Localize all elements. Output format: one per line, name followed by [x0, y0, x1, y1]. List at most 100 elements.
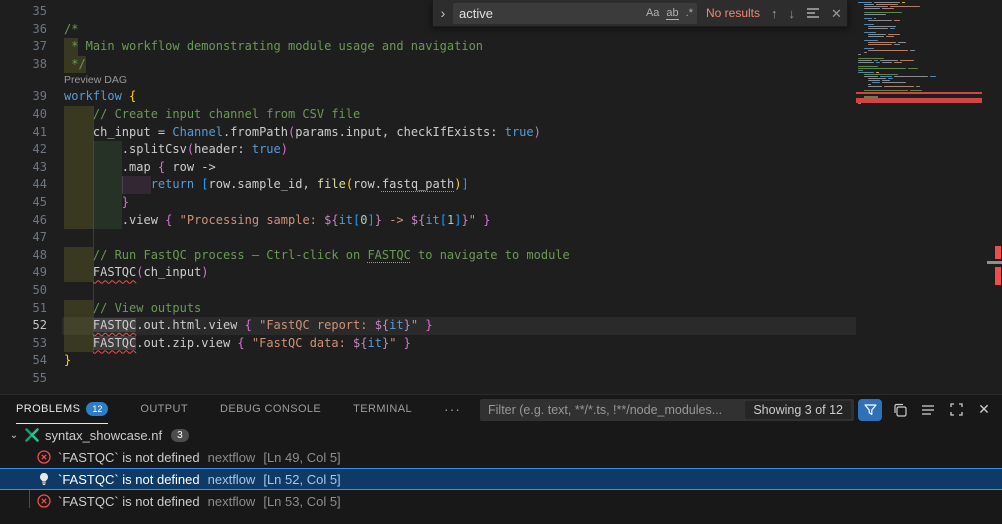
ruler-error-mark [995, 267, 1001, 285]
nextflow-file-icon [24, 427, 40, 443]
line-number: 37 [0, 38, 47, 56]
collapse-all-icon[interactable] [890, 400, 910, 420]
panel-actions: Filter (e.g. text, **/*.ts, !**/node_mod… [480, 399, 994, 421]
problem-row-3[interactable]: `FASTQC` is not defined nextflow [Ln 53, C… [0, 490, 1002, 512]
maximize-panel-icon[interactable] [946, 400, 966, 420]
problems-file-row[interactable]: ⌄ syntax_showcase.nf 3 [0, 424, 1002, 446]
lightbulb-icon [36, 471, 52, 487]
problem-row-2[interactable]: `FASTQC` is not defined nextflow [Ln 52, C… [0, 468, 1002, 490]
panel-tab-terminal[interactable]: TERMINAL [353, 396, 412, 424]
find-input[interactable]: active Aa ab .* [453, 3, 697, 24]
ruler-error-mark [995, 246, 1001, 259]
line-number: 35 [0, 3, 47, 21]
find-results-count: No results [706, 6, 760, 20]
code-line-49[interactable]: 49 FASTQC(ch_input) [0, 264, 1002, 282]
chevron-down-icon[interactable]: ⌄ [6, 430, 22, 441]
line-number: 55 [0, 370, 47, 388]
line-number: 48 [0, 247, 47, 265]
problem-location: [Ln 52, Col 5] [263, 472, 340, 487]
code-lines: 3536/*37 * Main workflow demonstrating m… [0, 3, 1002, 387]
codelens-preview-dag[interactable]: Preview DAG [64, 73, 127, 88]
code-line-52[interactable]: 52 FASTQC.out.html.view { "FastQC report… [0, 317, 1002, 335]
find-widget: › active Aa ab .* No results ↑ ↓ ✕ [432, 0, 848, 27]
line-number: 52 [0, 317, 47, 335]
code-line-55[interactable]: 55 [0, 370, 1002, 388]
code-line-47[interactable]: 47 [0, 229, 1002, 247]
find-close-icon[interactable]: ✕ [831, 7, 842, 20]
code-line-48[interactable]: 48 // Run FastQC process – Ctrl-click on… [0, 247, 1002, 265]
problem-source: nextflow [208, 472, 256, 487]
ruler-cursor-mark [987, 261, 1002, 264]
problems-file-name: syntax_showcase.nf [45, 428, 162, 443]
minimap[interactable] [856, 2, 984, 392]
line-number: 44 [0, 176, 47, 194]
error-icon [36, 493, 52, 509]
problems-panel: PROBLEMS12 OUTPUT DEBUG CONSOLE TERMINAL ···… [0, 394, 1002, 524]
line-number: 49 [0, 264, 47, 282]
line-number: 39 [0, 88, 47, 106]
problem-source: nextflow [208, 494, 256, 509]
panel-tab-debug-console[interactable]: DEBUG CONSOLE [220, 396, 321, 424]
find-next-icon[interactable]: ↓ [789, 7, 796, 20]
code-line-46[interactable]: 46 .view { "Processing sample: ${it[0]} … [0, 212, 1002, 230]
code-line-53[interactable]: 53 FASTQC.out.zip.view { "FastQC data: $… [0, 335, 1002, 353]
toggle-replace-icon[interactable]: › [435, 5, 451, 21]
whole-word-icon[interactable]: ab [666, 7, 678, 20]
line-number: 45 [0, 194, 47, 212]
vscode-window: 3536/*37 * Main workflow demonstrating m… [0, 0, 1002, 524]
code-line-39[interactable]: 39workflow { [0, 88, 1002, 106]
problem-message: `FASTQC` is not defined [58, 472, 200, 487]
problem-location: [Ln 49, Col 5] [263, 450, 340, 465]
line-number: 43 [0, 159, 47, 177]
line-number: 47 [0, 229, 47, 247]
line-number: 41 [0, 124, 47, 142]
panel-header: PROBLEMS12 OUTPUT DEBUG CONSOLE TERMINAL ···… [0, 395, 1002, 424]
find-previous-icon[interactable]: ↑ [771, 7, 778, 20]
find-in-selection-icon[interactable] [806, 7, 820, 19]
panel-tab-problems[interactable]: PROBLEMS12 [16, 396, 108, 424]
file-problems-count-badge: 3 [171, 429, 189, 442]
line-number: 42 [0, 141, 47, 159]
line-number: 54 [0, 352, 47, 370]
showing-count-badge: Showing 3 of 12 [745, 401, 851, 419]
code-line-51[interactable]: 51 // View outputs [0, 300, 1002, 318]
code-line-41[interactable]: 41 ch_input = Channel.fromPath(params.in… [0, 124, 1002, 142]
line-number: 36 [0, 21, 47, 39]
code-line-38[interactable]: 38 */ [0, 56, 1002, 74]
problem-source: nextflow [208, 450, 256, 465]
line-number: 50 [0, 282, 47, 300]
code-line-43[interactable]: 43 .map { row -> [0, 159, 1002, 177]
code-line-54[interactable]: 54} [0, 352, 1002, 370]
error-icon [36, 449, 52, 465]
problems-filter-input[interactable]: Filter (e.g. text, **/*.ts, !**/node_mod… [480, 399, 854, 421]
line-number: 53 [0, 335, 47, 353]
problem-row-1[interactable]: `FASTQC` is not defined nextflow [Ln 49, C… [0, 446, 1002, 468]
line-number: 40 [0, 106, 47, 124]
filter-funnel-icon[interactable] [858, 399, 882, 421]
code-line-40[interactable]: 40 // Create input channel from CSV file [0, 106, 1002, 124]
code-line-42[interactable]: 42 .splitCsv(header: true) [0, 141, 1002, 159]
line-number: 51 [0, 300, 47, 318]
panel-tabs: PROBLEMS12 OUTPUT DEBUG CONSOLE TERMINAL ··· [16, 396, 461, 424]
code-line-37[interactable]: 37 * Main workflow demonstrating module … [0, 38, 1002, 56]
problems-tree: ⌄ syntax_showcase.nf 3 `FASTQC` is not def… [0, 424, 1002, 512]
view-as-table-icon[interactable] [918, 400, 938, 420]
code-line-45[interactable]: 45 } [0, 194, 1002, 212]
problems-count-badge: 12 [86, 402, 108, 416]
code-line-50[interactable]: 50 [0, 282, 1002, 300]
problem-location: [Ln 53, Col 5] [263, 494, 340, 509]
panel-tab-output[interactable]: OUTPUT [140, 396, 188, 424]
line-number: 46 [0, 212, 47, 230]
close-panel-icon[interactable]: ✕ [974, 400, 994, 420]
find-query-text[interactable]: active [459, 6, 639, 21]
match-case-icon[interactable]: Aa [646, 7, 659, 19]
line-number: 38 [0, 56, 47, 74]
problem-message: `FASTQC` is not defined [58, 494, 200, 509]
problem-message: `FASTQC` is not defined [58, 450, 200, 465]
panel-tab--[interactable]: ··· [444, 396, 461, 424]
regex-icon[interactable]: .* [686, 7, 693, 19]
code-line-44[interactable]: 44 return [row.sample_id, file(row.fastq… [0, 176, 1002, 194]
filter-placeholder: Filter (e.g. text, **/*.ts, !**/node_mod… [488, 403, 745, 417]
code-editor[interactable]: 3536/*37 * Main workflow demonstrating m… [0, 0, 1002, 394]
overview-ruler[interactable] [987, 0, 1002, 394]
